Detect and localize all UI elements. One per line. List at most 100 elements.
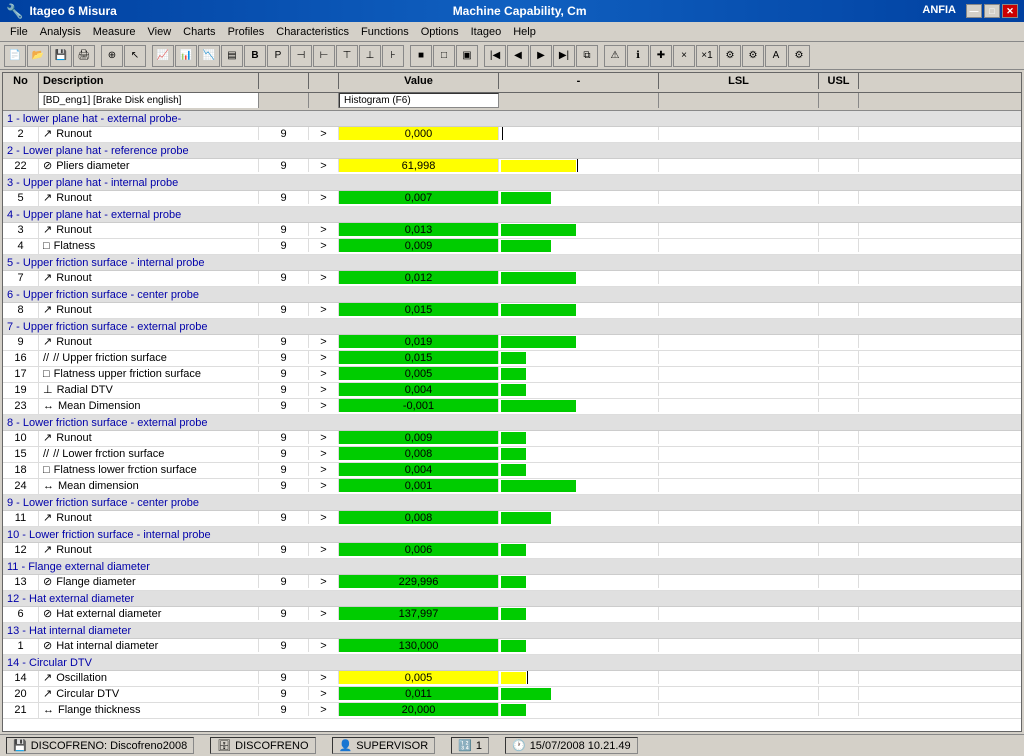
section-header-s13: 13 - Hat internal diameter [3, 623, 1021, 639]
toolbar-crosshair[interactable]: ⊕ [101, 45, 123, 67]
table-row[interactable]: 22 ⊘Pliers diameter 9 > 61,998 [3, 159, 1021, 175]
toolbar-c5[interactable]: ⊦ [382, 45, 404, 67]
cell-bar-lsl [499, 447, 659, 460]
toolbar-nav-stop[interactable]: ▶ [530, 45, 552, 67]
toolbar-d2[interactable]: □ [433, 45, 455, 67]
cell-op: > [309, 431, 339, 444]
filter-dataset[interactable]: [BD_eng1] [Brake Disk english] [39, 93, 259, 108]
menu-item-profiles[interactable]: Profiles [222, 24, 271, 40]
toolbar-warn[interactable]: ⚠ [604, 45, 626, 67]
cell-bar-lsl [499, 511, 659, 524]
table-row[interactable]: 23 ↔Mean Dimension 9 > -0,001 [3, 399, 1021, 415]
cell-op: > [309, 671, 339, 684]
table-row[interactable]: 18 □Flatness lower frction surface 9 > 0… [3, 463, 1021, 479]
table-row[interactable]: 10 ↗Runout 9 > 0,009 [3, 431, 1021, 447]
toolbar-minus[interactable]: × [673, 45, 695, 67]
toolbar-pointer[interactable]: ↖ [124, 45, 146, 67]
toolbar-save[interactable]: 💾 [50, 45, 72, 67]
cell-plus [3, 172, 39, 174]
table-row[interactable]: 1 ⊘Hat internal diameter 9 > 130,000 [3, 639, 1021, 655]
table-row[interactable]: 7 ↗Runout 9 > 0,012 [3, 271, 1021, 287]
cell-no: 20 [3, 687, 39, 700]
toolbar-chart2[interactable]: 📊 [175, 45, 197, 67]
table-row[interactable]: 13 ⊘Flange diameter 9 > 229,996 [3, 575, 1021, 591]
minimize-button[interactable]: — [966, 4, 982, 18]
table-row[interactable]: 2 ↗Runout 9 > 0,000 [3, 127, 1021, 143]
table-row[interactable]: 17 □Flatness upper friction surface 9 > … [3, 367, 1021, 383]
cell-value: 20,000 [339, 703, 499, 716]
toolbar-info[interactable]: ℹ [627, 45, 649, 67]
cell-n: 9 [259, 191, 309, 204]
menu-item-options[interactable]: Options [415, 24, 465, 40]
toolbar-settings[interactable]: ⚙ [788, 45, 810, 67]
cell-no: 13 [3, 575, 39, 588]
cell-desc: //// Lower frction surface [39, 447, 259, 460]
toolbar-new[interactable]: 📄 [4, 45, 26, 67]
main-content: No Description Value - LSL USL + [BD_eng… [2, 72, 1022, 732]
toolbar-bold[interactable]: B [244, 45, 266, 67]
toolbar-d1[interactable]: ■ [410, 45, 432, 67]
menu-item-analysis[interactable]: Analysis [34, 24, 87, 40]
toolbar-chart4[interactable]: ▤ [221, 45, 243, 67]
table-row[interactable]: 20 ↗Circular DTV 9 > 0,011 [3, 687, 1021, 703]
menu-item-view[interactable]: View [142, 24, 178, 40]
table-row[interactable]: 15 //// Lower frction surface 9 > 0,008 [3, 447, 1021, 463]
toolbar-nav-next[interactable]: ▶| [553, 45, 575, 67]
table-row[interactable]: 14 ↗Oscillation 9 > 0,005 [3, 671, 1021, 687]
menu-item-help[interactable]: Help [507, 24, 542, 40]
maximize-button[interactable]: □ [984, 4, 1000, 18]
toolbar-c4[interactable]: ⊥ [359, 45, 381, 67]
table-row[interactable]: 8 ↗Runout 9 > 0,015 [3, 303, 1021, 319]
toolbar: 📄 📂 💾 🖨 ⊕ ↖ 📈 📊 📉 ▤ B P ⊣ ⊢ ⊤ ⊥ ⊦ ■ □ ▣ … [0, 42, 1024, 70]
toolbar-d3[interactable]: ▣ [456, 45, 478, 67]
table-row[interactable]: 9 ↗Runout 9 > 0,019 [3, 335, 1021, 351]
filter-n [259, 93, 309, 108]
close-button[interactable]: ✕ [1002, 4, 1018, 18]
toolbar-param[interactable]: P [267, 45, 289, 67]
table-row[interactable]: 5 ↗Runout 9 > 0,007 [3, 191, 1021, 207]
toolbar-gear2[interactable]: ⚙ [742, 45, 764, 67]
section-header-s12: 12 - Hat external diameter [3, 591, 1021, 607]
toolbar-chart1[interactable]: 📈 [152, 45, 174, 67]
toolbar-nav-prev[interactable]: ◀ [507, 45, 529, 67]
cell-bar-usl [819, 703, 859, 716]
table-row[interactable]: 3 ↗Runout 9 > 0,013 [3, 223, 1021, 239]
toolbar-x1[interactable]: ×1 [696, 45, 718, 67]
table-row[interactable]: 6 ⊘Hat external diameter 9 > 137,997 [3, 607, 1021, 623]
cell-n: 9 [259, 335, 309, 348]
toolbar-c2[interactable]: ⊢ [313, 45, 335, 67]
table-row[interactable]: 11 ↗Runout 9 > 0,008 [3, 511, 1021, 527]
filter-histogram[interactable]: Histogram (F6) [339, 93, 499, 108]
toolbar-open[interactable]: 📂 [27, 45, 49, 67]
table-row[interactable]: 21 ↔Flange thickness 9 > 20,000 [3, 703, 1021, 719]
toolbar-cross[interactable]: ✚ [650, 45, 672, 67]
toolbar-stats[interactable]: ⚙ [719, 45, 741, 67]
table-scroll[interactable]: 1 - lower plane hat - external probe- 2 … [3, 111, 1021, 731]
toolbar-nav-start[interactable]: |◀ [484, 45, 506, 67]
cell-desc: ⊘Hat external diameter [39, 607, 259, 620]
menu-item-itageo[interactable]: Itageo [465, 24, 508, 40]
menu-item-measure[interactable]: Measure [87, 24, 142, 40]
toolbar-c3[interactable]: ⊤ [336, 45, 358, 67]
table-content: 1 - lower plane hat - external probe- 2 … [3, 111, 1021, 719]
menu-item-file[interactable]: File [4, 24, 34, 40]
menu-item-functions[interactable]: Functions [355, 24, 415, 40]
cell-desc: ↗Runout [39, 431, 259, 444]
menu-item-characteristics[interactable]: Characteristics [270, 24, 355, 40]
table-row[interactable]: 4 □Flatness 9 > 0,009 [3, 239, 1021, 255]
table-row[interactable]: 19 ⊥Radial DTV 9 > 0,004 [3, 383, 1021, 399]
table-row[interactable]: 16 //// Upper friction surface 9 > 0,015 [3, 351, 1021, 367]
cell-bar-lsl2 [659, 271, 819, 284]
status-count: 🔢 1 [451, 737, 489, 754]
toolbar-chart3[interactable]: 📉 [198, 45, 220, 67]
cell-plus [3, 140, 39, 142]
menu-item-charts[interactable]: Charts [177, 24, 221, 40]
table-row[interactable]: 12 ↗Runout 9 > 0,006 [3, 543, 1021, 559]
toolbar-print[interactable]: 🖨 [73, 45, 95, 67]
toolbar-copy[interactable]: ⧉ [576, 45, 598, 67]
cell-bar-usl [819, 191, 859, 204]
cell-bar-lsl [499, 383, 659, 396]
toolbar-c1[interactable]: ⊣ [290, 45, 312, 67]
table-row[interactable]: 24 ↔Mean dimension 9 > 0,001 [3, 479, 1021, 495]
toolbar-letter[interactable]: A [765, 45, 787, 67]
